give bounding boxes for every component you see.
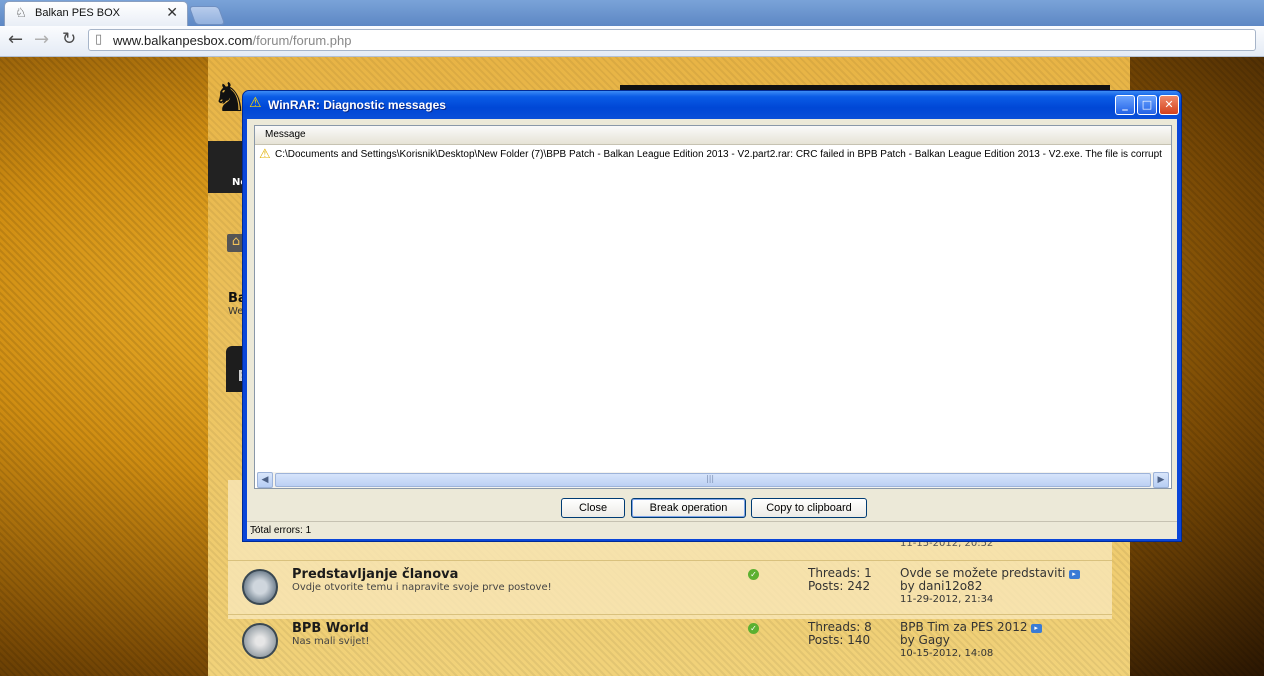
page-icon: ▯ xyxy=(95,32,103,47)
address-bar[interactable]: ▯ www.balkanpesbox.com/forum/forum.php xyxy=(88,29,1256,51)
forum-title[interactable]: BPB World xyxy=(292,621,369,636)
forum-last-post[interactable]: BPB Tim za PES 2012 ▸ by Gagy 10-15-2012,… xyxy=(900,621,1042,660)
scroll-thumb[interactable]: ||| xyxy=(275,473,1151,487)
last-post-date: 11-29-2012, 21:34 xyxy=(900,594,994,605)
forum-description: Nas mali svijet! xyxy=(292,636,370,647)
reload-icon[interactable]: ↻ xyxy=(62,29,76,49)
warning-icon: ⚠ xyxy=(259,147,271,162)
copy-to-clipboard-button[interactable]: Copy to clipboard xyxy=(751,498,867,518)
go-to-post-icon[interactable]: ▸ xyxy=(1030,624,1042,633)
last-post-title[interactable]: BPB Tim za PES 2012 xyxy=(900,620,1028,634)
forum-last-post[interactable]: Ovde se možete predstaviti ▸ by dani12o82… xyxy=(900,567,1080,606)
browser-toolbar: ← → ↻ ▯ www.balkanpesbox.com/forum/forum… xyxy=(0,26,1264,57)
tab-title: Balkan PES BOX xyxy=(35,7,120,19)
forum-stats: Threads: 8 Posts: 140 xyxy=(808,620,872,647)
forum-stats: Threads: 1 Posts: 242 xyxy=(808,566,872,593)
forum-title[interactable]: Predstavljanje članova xyxy=(292,567,458,582)
forum-icon xyxy=(242,623,278,659)
status-bar: Total errors: 1 ⋰ xyxy=(247,521,1177,540)
winrar-dialog: ⚠ WinRAR: Diagnostic messages _ □ ✕ Mess… xyxy=(242,90,1182,542)
dialog-titlebar[interactable]: ⚠ WinRAR: Diagnostic messages _ □ ✕ xyxy=(243,91,1181,119)
warning-icon: ⚠ xyxy=(249,95,262,111)
scroll-right-button[interactable]: ▶ xyxy=(1153,472,1169,488)
scroll-left-button[interactable]: ◀ xyxy=(257,472,273,488)
forum-status-icon: ✓ xyxy=(748,623,759,634)
horizontal-scrollbar[interactable]: ◀ ||| ▶ xyxy=(257,472,1169,488)
forum-status-icon: ✓ xyxy=(748,569,759,580)
browser-tab[interactable]: ♘ Balkan PES BOX ✕ xyxy=(4,1,188,26)
last-post-date: 10-15-2012, 14:08 xyxy=(900,648,994,659)
message-column-header[interactable]: Message xyxy=(255,126,1171,145)
dialog-title: WinRAR: Diagnostic messages xyxy=(268,98,446,112)
dialog-body: Message ⚠ C:\Documents and Settings\Kori… xyxy=(247,119,1177,539)
close-window-button[interactable]: ✕ xyxy=(1159,95,1179,115)
message-list[interactable]: Message ⚠ C:\Documents and Settings\Kori… xyxy=(254,125,1172,489)
forum-description: Ovdje otvorite temu i napravite svoje pr… xyxy=(292,582,552,593)
running-man-icon: ♘ xyxy=(15,6,27,21)
break-operation-button[interactable]: Break operation xyxy=(631,498,746,518)
forward-icon[interactable]: → xyxy=(34,29,49,50)
last-post-author[interactable]: by dani12o82 xyxy=(900,580,1080,593)
message-text: C:\Documents and Settings\Korisnik\Deskt… xyxy=(275,149,1162,160)
last-post-author[interactable]: by Gagy xyxy=(900,634,1042,647)
tab-close-icon[interactable]: ✕ xyxy=(166,5,178,21)
forum-icon xyxy=(242,569,278,605)
message-row[interactable]: ⚠ C:\Documents and Settings\Korisnik\Des… xyxy=(259,147,1169,163)
forum-row[interactable]: BPB World Nas mali svijet! ✓ Threads: 8P… xyxy=(228,614,1112,667)
forum-row[interactable]: Predstavljanje članova Ovdje otvorite te… xyxy=(228,560,1112,613)
resize-grip-icon[interactable]: ⋰ xyxy=(250,525,1174,538)
maximize-button[interactable]: □ xyxy=(1137,95,1157,115)
column-header-label: Message xyxy=(265,129,306,140)
go-to-post-icon[interactable]: ▸ xyxy=(1068,570,1080,579)
close-button[interactable]: Close xyxy=(561,498,625,518)
back-icon[interactable]: ← xyxy=(8,29,23,50)
browser-tabstrip: ♘ Balkan PES BOX ✕ xyxy=(0,0,1264,26)
minimize-button[interactable]: _ xyxy=(1115,95,1135,115)
url-text: www.balkanpesbox.com/forum/forum.php xyxy=(113,33,352,48)
new-tab-button[interactable] xyxy=(188,6,226,25)
last-post-title[interactable]: Ovde se možete predstaviti xyxy=(900,566,1066,580)
